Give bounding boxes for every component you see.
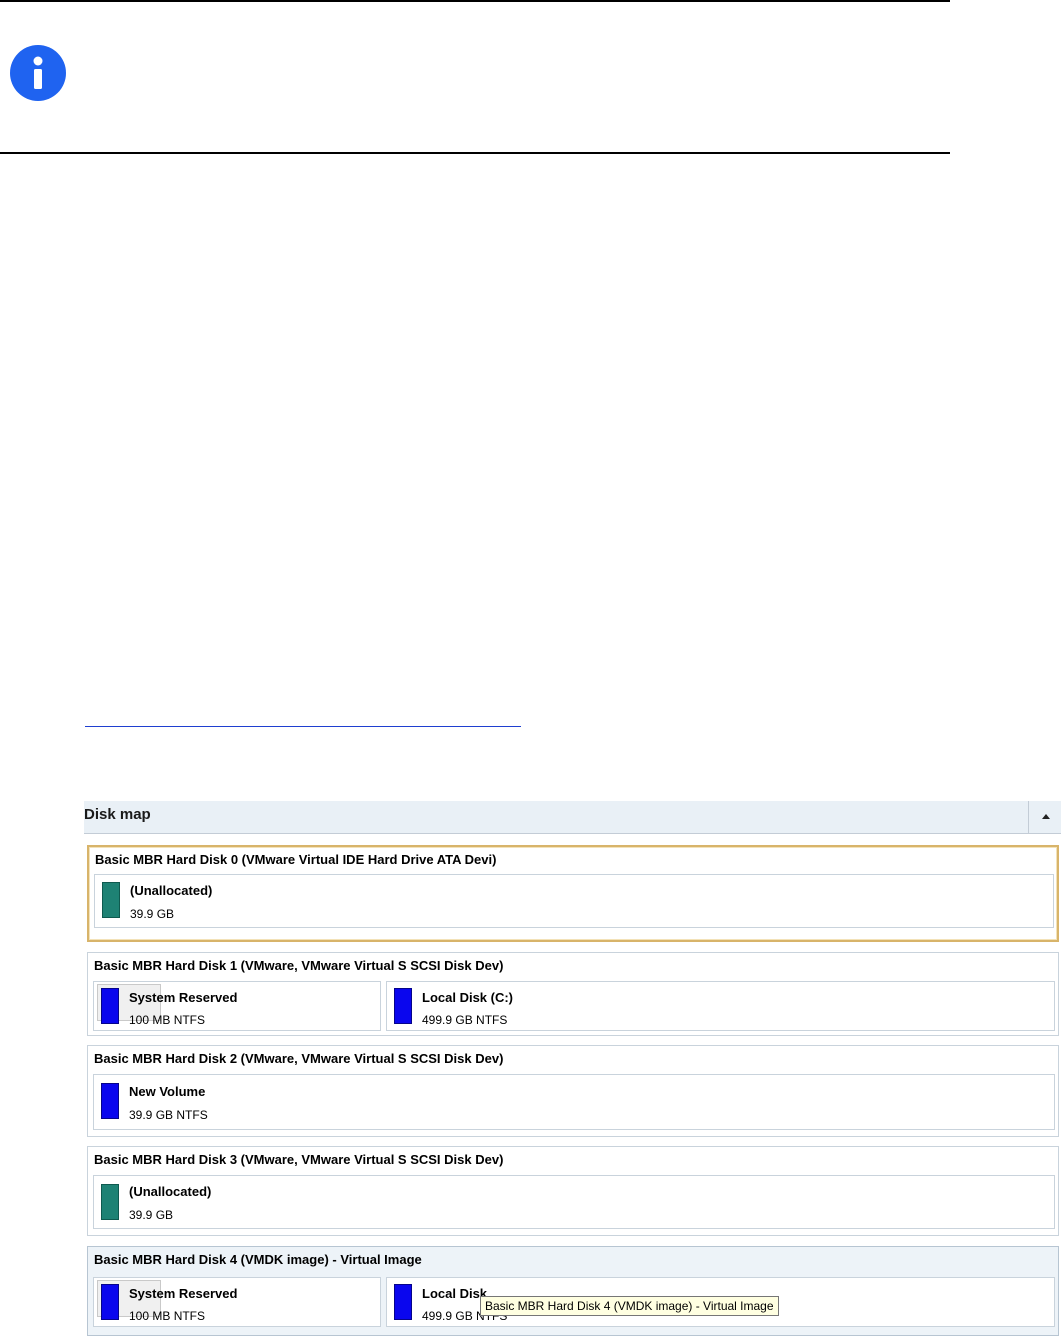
disk-1-title: Basic MBR Hard Disk 1 (VMware, VMware Vi… <box>94 958 504 973</box>
note-bottom-rule <box>0 152 950 154</box>
partition-fill <box>101 1284 119 1320</box>
info-icon <box>10 45 66 101</box>
chevron-up-icon <box>1042 814 1050 819</box>
disk-map-header: Disk map <box>84 801 1061 834</box>
partition-name: Local Disk (C:) <box>422 990 514 1005</box>
partition-name: System Reserved <box>129 1286 238 1301</box>
partition-system-reserved[interactable]: System Reserved 100 MB NTFS <box>93 981 381 1031</box>
disk-2[interactable]: Basic MBR Hard Disk 2 (VMware, VMware Vi… <box>87 1045 1059 1137</box>
partition-fill <box>102 882 120 918</box>
partition-local-disk-c[interactable]: Local Disk (C:) 499.9 GB NTFS <box>386 981 1055 1031</box>
disk-0[interactable]: Basic MBR Hard Disk 0 (VMware Virtual ID… <box>87 845 1059 942</box>
disk-4-title: Basic MBR Hard Disk 4 (VMDK image) - Vir… <box>94 1252 422 1267</box>
partition-size: 39.9 GB <box>130 907 175 921</box>
partition-fill <box>394 988 412 1024</box>
partition-size: 100 MB NTFS <box>129 1309 206 1323</box>
partition-fill <box>394 1284 412 1320</box>
disk-0-title: Basic MBR Hard Disk 0 (VMware Virtual ID… <box>95 852 497 867</box>
hyperlink-underline[interactable] <box>85 726 521 727</box>
disk-tooltip: Basic MBR Hard Disk 4 (VMDK image) - Vir… <box>480 1296 779 1316</box>
partition-name: (Unallocated) <box>129 1184 212 1199</box>
partition-name: New Volume <box>129 1084 206 1099</box>
partition-name: (Unallocated) <box>130 883 213 898</box>
partition-fill <box>101 988 119 1024</box>
note-top-rule <box>0 0 950 2</box>
partition-size: 499.9 GB NTFS <box>422 1013 508 1027</box>
partition-fill <box>101 1184 119 1220</box>
disk-map-panel: Disk map Basic MBR Hard Disk 0 (VMware V… <box>84 801 1061 1339</box>
collapse-button[interactable] <box>1028 801 1061 833</box>
partition-size: 39.9 GB NTFS <box>129 1108 208 1122</box>
disk-3[interactable]: Basic MBR Hard Disk 3 (VMware, VMware Vi… <box>87 1146 1059 1236</box>
partition-name: System Reserved <box>129 990 238 1005</box>
disk-4[interactable]: Basic MBR Hard Disk 4 (VMDK image) - Vir… <box>87 1246 1059 1336</box>
partition-size: 100 MB NTFS <box>129 1013 206 1027</box>
partition-unallocated[interactable]: (Unallocated) 39.9 GB <box>93 1175 1055 1229</box>
disk-1[interactable]: Basic MBR Hard Disk 1 (VMware, VMware Vi… <box>87 952 1059 1036</box>
disk-map-title: Disk map <box>84 806 151 823</box>
partition-fill <box>101 1083 119 1119</box>
partition-name: Local Disk <box>422 1286 488 1301</box>
disk-2-title: Basic MBR Hard Disk 2 (VMware, VMware Vi… <box>94 1051 504 1066</box>
partition-size: 39.9 GB <box>129 1208 174 1222</box>
partition-unallocated[interactable]: (Unallocated) 39.9 GB <box>94 874 1054 928</box>
disk-3-title: Basic MBR Hard Disk 3 (VMware, VMware Vi… <box>94 1152 504 1167</box>
partition-new-volume[interactable]: New Volume 39.9 GB NTFS <box>93 1074 1055 1130</box>
partition-system-reserved[interactable]: System Reserved 100 MB NTFS <box>93 1277 381 1327</box>
